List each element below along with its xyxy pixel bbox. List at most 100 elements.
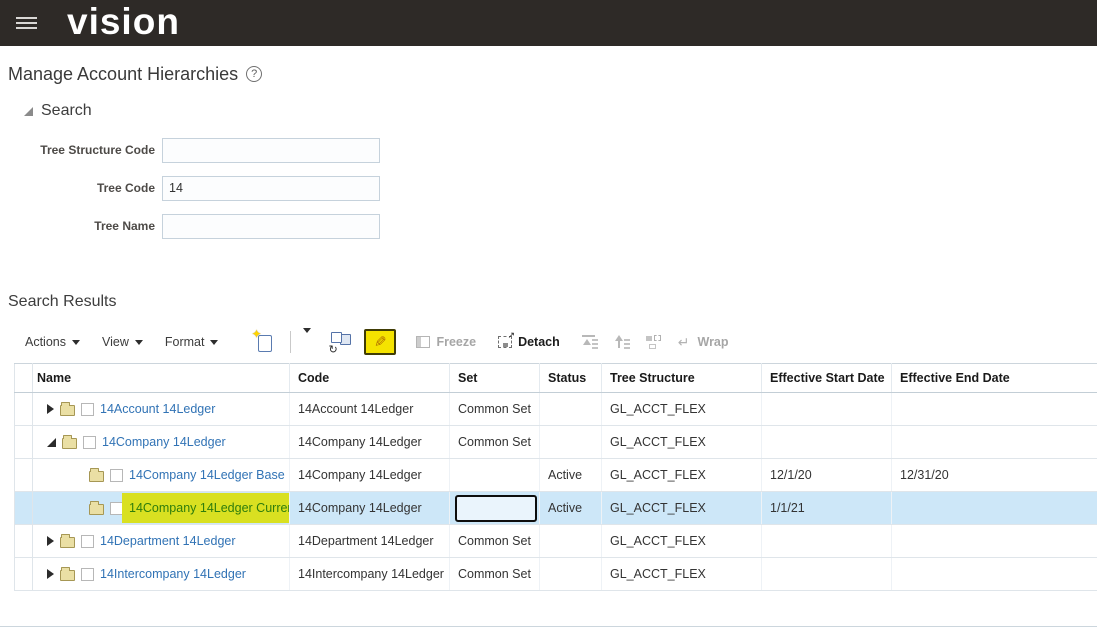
edit-pencil-icon: ✎ bbox=[374, 334, 387, 351]
tree-structure-code-input[interactable] bbox=[162, 137, 380, 163]
tree-node-link[interactable]: 14Department 14Ledger bbox=[100, 534, 236, 548]
detach-button[interactable]: ↗ Detach bbox=[498, 330, 560, 349]
effective-start-date-cell bbox=[761, 557, 892, 591]
view-menu-label: View bbox=[102, 335, 129, 349]
code-cell: 14Account 14Ledger bbox=[289, 392, 450, 426]
tree-node-link[interactable]: 14Intercompany 14Ledger bbox=[100, 567, 246, 581]
tree-node-link[interactable]: 14Account 14Ledger bbox=[100, 402, 215, 416]
row-checkbox[interactable] bbox=[81, 534, 94, 548]
results-toolbar: Actions View Format ✦ ↻ ✎ Freeze ↗ Detac… bbox=[25, 327, 1097, 357]
set-cell: Common Set bbox=[449, 524, 540, 558]
effective-start-date-cell: 1/1/21 bbox=[761, 491, 892, 525]
wrap-button: ↵ Wrap bbox=[678, 335, 729, 349]
table-row[interactable]: 14Department 14Ledger 14Department 14Led… bbox=[14, 524, 1097, 558]
name-cell: 14Company 14Ledger Current bbox=[32, 491, 290, 525]
tree-code-input[interactable] bbox=[162, 175, 380, 201]
chevron-down-icon bbox=[303, 328, 312, 350]
set-cell bbox=[449, 458, 540, 492]
row-checkbox[interactable] bbox=[110, 468, 123, 482]
table-row-selected[interactable]: 14Company 14Ledger Current 14Company 14L… bbox=[14, 491, 1097, 525]
status-cell bbox=[539, 524, 602, 558]
expand-node-icon[interactable] bbox=[47, 536, 54, 546]
row-checkbox[interactable] bbox=[81, 567, 94, 581]
tree-structure-cell: GL_ACCT_FLEX bbox=[601, 458, 762, 492]
freeze-label: Freeze bbox=[436, 335, 477, 349]
chevron-down-icon bbox=[134, 339, 143, 345]
effective-end-date-cell bbox=[891, 392, 1097, 426]
folder-icon bbox=[62, 434, 77, 449]
tree-structure-cell: GL_ACCT_FLEX bbox=[601, 425, 762, 459]
column-header-effective-end-date: Effective End Date bbox=[891, 363, 1097, 393]
tree-node-link[interactable]: 14Company 14Ledger Base bbox=[129, 468, 285, 482]
create-star-icon: ✦ bbox=[251, 326, 262, 341]
tree-name-input[interactable] bbox=[162, 213, 380, 239]
effective-end-date-cell bbox=[891, 557, 1097, 591]
detach-icon: ↗ bbox=[498, 330, 515, 348]
row-checkbox[interactable] bbox=[81, 402, 94, 416]
table-row[interactable]: 14Company 14Ledger 14Company 14Ledger Co… bbox=[14, 425, 1097, 459]
view-menu[interactable]: View bbox=[102, 335, 143, 349]
panel-front-icon bbox=[331, 332, 343, 343]
actions-menu[interactable]: Actions bbox=[25, 335, 80, 349]
highlighted-name: 14Company 14Ledger Current bbox=[122, 493, 289, 523]
column-header-set: Set bbox=[449, 363, 540, 393]
table-row[interactable]: 14Intercompany 14Ledger 14Intercompany 1… bbox=[14, 557, 1097, 591]
collapse-node-icon[interactable] bbox=[47, 437, 56, 447]
tree-structure-cell: GL_ACCT_FLEX bbox=[601, 524, 762, 558]
effective-start-date-cell bbox=[761, 524, 892, 558]
help-icon[interactable]: ? bbox=[246, 66, 263, 82]
format-menu-label: Format bbox=[164, 335, 205, 349]
folder-icon bbox=[89, 500, 104, 515]
format-menu[interactable]: Format bbox=[165, 335, 219, 349]
expand-node-icon[interactable] bbox=[47, 404, 54, 414]
footer-divider bbox=[0, 626, 1097, 627]
page-title: Manage Account Hierarchies bbox=[8, 63, 239, 84]
sync-hierarchy-button[interactable]: ↻ bbox=[328, 332, 352, 356]
go-to-top-icon bbox=[581, 335, 598, 349]
column-header-tree-structure: Tree Structure bbox=[601, 363, 762, 393]
set-input[interactable] bbox=[455, 494, 537, 522]
vision-logo: vision bbox=[67, 0, 180, 42]
edit-button[interactable]: ✎ bbox=[364, 329, 397, 355]
table-row[interactable]: 14Company 14Ledger Base 14Company 14Ledg… bbox=[14, 458, 1097, 492]
row-header-cell bbox=[14, 524, 33, 558]
code-cell: 14Department 14Ledger bbox=[289, 524, 450, 558]
expand-node-icon[interactable] bbox=[47, 569, 54, 579]
chevron-down-icon bbox=[72, 339, 80, 345]
code-cell: 14Company 14Ledger bbox=[289, 458, 450, 492]
toolbar-separator bbox=[290, 331, 292, 353]
detach-arrow-icon: ↗ bbox=[507, 330, 516, 340]
show-as-top-icon bbox=[645, 335, 662, 349]
hamburger-menu-icon[interactable] bbox=[16, 14, 40, 32]
name-cell: 14Account 14Ledger bbox=[32, 392, 290, 426]
name-cell: 14Department 14Ledger bbox=[32, 524, 290, 558]
wrap-arrow-icon: ↵ bbox=[677, 334, 690, 350]
create-button[interactable]: ✦ bbox=[251, 327, 273, 352]
column-header-status: Status bbox=[539, 363, 602, 393]
column-header-effective-start-date: Effective Start Date bbox=[761, 363, 892, 393]
search-results-heading: Search Results bbox=[8, 293, 117, 310]
row-header-cell bbox=[14, 491, 33, 525]
tree-structure-cell: GL_ACCT_FLEX bbox=[601, 392, 762, 426]
table-row[interactable]: 14Account 14Ledger 14Account 14Ledger Co… bbox=[14, 392, 1097, 426]
effective-end-date-cell bbox=[891, 524, 1097, 558]
create-dropdown-button[interactable] bbox=[299, 328, 315, 355]
folder-icon bbox=[60, 401, 75, 416]
set-cell: Common Set bbox=[449, 425, 540, 459]
help-glyph: ? bbox=[251, 68, 258, 80]
column-header-name: Name bbox=[32, 363, 290, 393]
set-cell bbox=[449, 491, 540, 525]
status-cell bbox=[539, 392, 602, 426]
freeze-button: Freeze bbox=[416, 335, 476, 349]
panel-back-icon bbox=[340, 334, 352, 345]
tree-node-link[interactable]: 14Company 14Ledger Current bbox=[129, 501, 289, 515]
wrap-label: Wrap bbox=[697, 335, 729, 349]
status-cell bbox=[539, 425, 602, 459]
search-collapse-icon[interactable] bbox=[24, 106, 33, 116]
column-header-code: Code bbox=[289, 363, 450, 393]
freeze-icon bbox=[416, 336, 431, 348]
code-cell: 14Company 14Ledger bbox=[289, 425, 450, 459]
row-checkbox[interactable] bbox=[83, 435, 96, 449]
tree-node-link[interactable]: 14Company 14Ledger bbox=[102, 435, 226, 449]
code-cell: 14Company 14Ledger bbox=[289, 491, 450, 525]
